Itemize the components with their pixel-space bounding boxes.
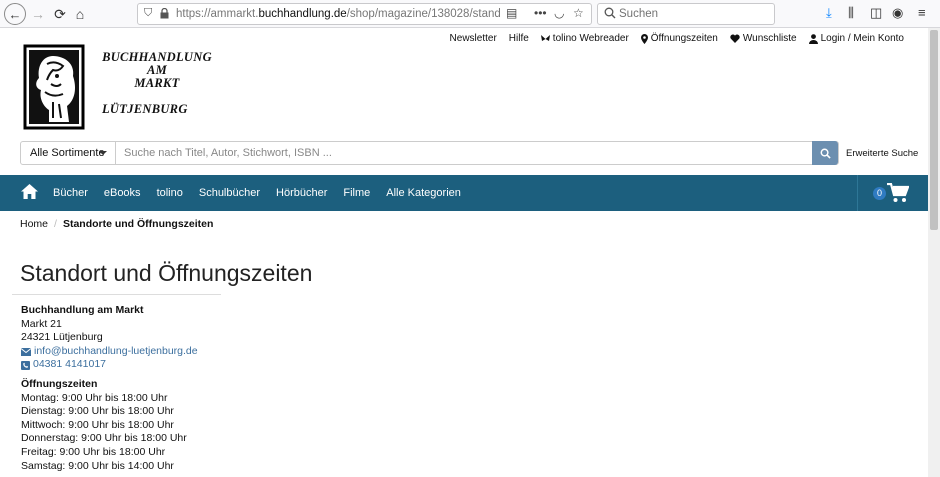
store-street: Markt 21	[21, 317, 62, 330]
advanced-search-link[interactable]: Erweiterte Suche	[846, 148, 918, 159]
logo-line-3: MARKT	[134, 76, 180, 90]
url-text: https://ammarkt.buchhandlung.de/shop/mag…	[176, 8, 501, 20]
nav-item-schulbuecher[interactable]: Schulbücher	[199, 187, 260, 199]
assortment-select-value: Alle Sortimente	[30, 147, 105, 159]
divider	[12, 294, 221, 295]
heart-icon	[730, 34, 740, 43]
shield-icon[interactable]: ⛉	[144, 7, 152, 20]
page-title: Standort und Öffnungszeiten	[20, 260, 313, 286]
cart-count-badge: 0	[873, 187, 886, 200]
browser-search-bar[interactable]: Suchen	[597, 3, 775, 25]
nav-item-tolino[interactable]: tolino	[157, 187, 183, 199]
lock-icon[interactable]	[160, 8, 169, 19]
browser-toolbar: ← → ⟳ ⌂ ⛉ https://ammarkt.buchhandlung.d…	[0, 0, 940, 28]
url-bar[interactable]: ⛉ https://ammarkt.buchhandlung.de/shop/m…	[137, 3, 592, 25]
sidebar-icon[interactable]: ◫	[870, 5, 882, 21]
hours-row: Freitag: 9:00 Uhr bis 18:00 Uhr	[21, 445, 166, 458]
page-scrollbar[interactable]	[928, 28, 940, 477]
nav-item-filme[interactable]: Filme	[343, 187, 370, 199]
breadcrumb-current: Standorte und Öffnungszeiten	[62, 218, 214, 230]
pocket-icon[interactable]: ◡	[554, 6, 564, 20]
store-logo[interactable]	[23, 44, 85, 130]
butterfly-icon	[540, 34, 550, 41]
shop-search-input[interactable]	[117, 142, 813, 164]
menu-icon[interactable]: ≡	[918, 5, 926, 20]
back-button[interactable]: ←	[4, 3, 26, 25]
shopping-cart-icon	[887, 183, 909, 202]
phone-icon	[21, 360, 30, 370]
user-icon	[808, 33, 818, 44]
shop-search-form: Alle Sortimente	[20, 141, 839, 165]
search-icon	[604, 7, 616, 19]
hours-row: Montag: 9:00 Uhr bis 18:00 Uhr	[21, 391, 168, 404]
breadcrumb-home[interactable]: Home	[20, 218, 48, 230]
breadcrumb-separator: /	[54, 218, 57, 230]
scrollbar-thumb[interactable]	[930, 30, 938, 230]
help-link[interactable]: Hilfe	[509, 33, 529, 44]
store-name: Buchhandlung am Markt	[21, 304, 144, 316]
search-icon	[820, 148, 831, 159]
reload-button[interactable]: ⟳	[50, 4, 70, 24]
browser-search-placeholder: Suchen	[619, 8, 659, 20]
store-logo-text[interactable]: BUCHHANDLUNG AM MARKT LÜTJENBURG	[96, 51, 218, 116]
hours-row: Donnerstag: 9:00 Uhr bis 18:00 Uhr	[21, 432, 187, 445]
store-city: 24321 Lütjenburg	[21, 331, 103, 344]
home-icon[interactable]	[21, 184, 38, 199]
breadcrumb: Home / Standorte und Öffnungszeiten	[20, 218, 213, 230]
assortment-select[interactable]: Alle Sortimente	[21, 142, 116, 164]
opening-hours-title: Öffnungszeiten	[21, 378, 98, 390]
main-navigation: Bücher eBooks tolino Schulbücher Hörbüch…	[0, 175, 928, 211]
forward-button[interactable]: →	[28, 4, 48, 24]
download-icon[interactable]: ⤓	[826, 5, 832, 21]
nav-item-buecher[interactable]: Bücher	[53, 187, 88, 199]
caret-down-icon	[99, 151, 107, 155]
opening-hours-link[interactable]: Öffnungszeiten	[640, 33, 718, 44]
nav-item-ebooks[interactable]: eBooks	[104, 187, 141, 199]
nav-item-hoerbuecher[interactable]: Hörbücher	[276, 187, 327, 199]
hours-row: Samstag: 9:00 Uhr bis 14:00 Uhr	[21, 459, 174, 472]
phone-link[interactable]: 04381 4141017	[21, 358, 198, 372]
opening-hours: Öffnungszeiten Montag: 9:00 Uhr bis 18:0…	[21, 378, 187, 473]
logo-line-4: LÜTJENBURG	[102, 102, 188, 116]
envelope-icon	[21, 347, 31, 356]
nav-item-alle-kategorien[interactable]: Alle Kategorien	[386, 187, 461, 199]
login-link[interactable]: Login / Mein Konto	[808, 33, 904, 44]
bookmark-star-icon[interactable]: ☆	[573, 6, 584, 20]
newsletter-link[interactable]: Newsletter	[450, 33, 497, 44]
library-icon[interactable]: ⫼	[848, 5, 854, 21]
reader-view-icon[interactable]: ▤	[506, 6, 517, 20]
hours-row: Dienstag: 9:00 Uhr bis 18:00 Uhr	[21, 405, 174, 418]
search-submit-button[interactable]	[812, 141, 838, 165]
wishlist-link[interactable]: Wunschliste	[730, 33, 797, 44]
top-links: Newsletter Hilfe tolino Webreader Öffnun…	[450, 33, 904, 44]
cart-button[interactable]: 0	[857, 175, 928, 211]
nav-items: Bücher eBooks tolino Schulbücher Hörbüch…	[53, 187, 461, 199]
home-button[interactable]: ⌂	[70, 4, 90, 24]
location-pin-icon	[640, 33, 648, 44]
tolino-webreader-link[interactable]: tolino Webreader	[540, 33, 629, 44]
store-address: Buchhandlung am Markt Markt 21 24321 Lüt…	[21, 304, 198, 372]
email-link[interactable]: info@buchhandlung-luetjenburg.de	[21, 345, 198, 359]
hours-row: Mittwoch: 9:00 Uhr bis 18:00 Uhr	[21, 418, 174, 431]
more-actions-icon[interactable]: •••	[534, 6, 547, 20]
account-icon[interactable]: ◉	[892, 5, 903, 21]
